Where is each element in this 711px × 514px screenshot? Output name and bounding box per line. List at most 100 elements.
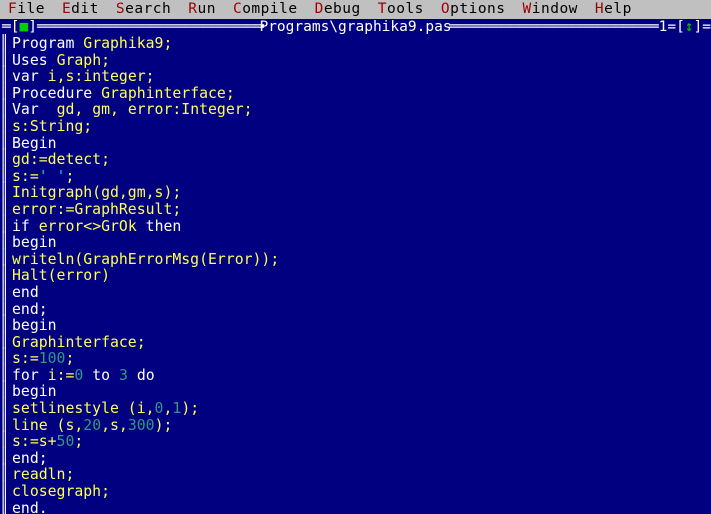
code-line[interactable]: Procedure Graphinterface; [12, 84, 711, 103]
code-token-id: gd:=detect; [12, 151, 110, 169]
code-token-key: for [12, 366, 39, 384]
code-token-key: end [12, 283, 39, 301]
code-token-id: s:= [12, 167, 39, 185]
code-token-id: s:String; [12, 117, 93, 135]
code-line[interactable]: Initgraph(gd,gm,s); [12, 185, 711, 202]
code-line[interactable]: end; [12, 449, 711, 468]
menu-hotkey: H [594, 1, 605, 17]
code-line[interactable]: s:=' '; [12, 167, 711, 186]
code-token-key: to [92, 366, 111, 384]
code-token-id: error:=GraphResult; [12, 200, 182, 218]
code-token-key: then [145, 217, 182, 235]
code-token-key: Uses [12, 51, 48, 69]
code-line[interactable]: error:=GraphResult; [12, 200, 711, 219]
code-token-id: gd, gm, error:Integer; [56, 101, 253, 119]
menu-item-window[interactable]: Window [523, 0, 578, 19]
resize-box-button[interactable]: [↕] [676, 19, 702, 35]
code-editor[interactable]: Program Graphika9; Uses Graph; var i,s:int… [12, 36, 711, 514]
code-token-id: Graph; [56, 51, 111, 69]
code-line[interactable]: var i,s:integer; [12, 68, 711, 86]
code-token-id: s:= [12, 350, 39, 368]
code-line[interactable]: s:=s+50; [12, 433, 711, 451]
code-token-id: ); [181, 400, 200, 418]
code-token-id: Graphinterface; [101, 84, 235, 102]
code-line[interactable]: for i:=0 to 3 do [12, 366, 711, 385]
menu-hotkey: F [8, 1, 18, 17]
menu-hotkey: D [314, 1, 324, 17]
menu-hotkey: S [115, 1, 126, 17]
menu-item-tools[interactable]: Tools [378, 0, 424, 19]
code-token-id: Halt(error) [12, 267, 110, 285]
menu-hotkey: E [61, 1, 72, 17]
code-token-num: 0 [74, 366, 84, 384]
code-line[interactable]: begin [12, 384, 711, 401]
menu-item-search[interactable]: Search [116, 0, 171, 19]
code-token-key: end. [12, 499, 48, 514]
code-token-id: Initgraph(gd,gm,s); [12, 184, 182, 202]
menu-label: indow [531, 1, 578, 17]
code-line[interactable]: if error<>GrOk then [12, 217, 711, 236]
code-token-key: begin [12, 383, 57, 401]
code-line[interactable]: end [12, 283, 711, 302]
menu-bar: File Edit Search Run Compile Debug Tools Option… [0, 0, 711, 19]
code-token-id: error<>GrOk [38, 217, 137, 235]
code-line[interactable]: begin [12, 317, 711, 335]
menu-item-options[interactable]: Options [441, 0, 506, 19]
menu-item-edit[interactable]: Edit [62, 0, 99, 19]
code-token-num: 1 [172, 400, 182, 418]
code-token-id: ; [65, 167, 75, 185]
menu-hotkey: R [188, 1, 198, 17]
code-token-id: s:=s+ [12, 433, 57, 451]
code-line[interactable]: readln; [12, 467, 711, 484]
code-line[interactable]: s:String; [12, 117, 711, 136]
code-token-id: writeln(GraphErrorMsg(Error)); [12, 250, 280, 268]
code-line[interactable]: closegraph; [12, 483, 711, 501]
code-token-key: Program [12, 36, 75, 52]
code-token-key: begin [12, 234, 57, 252]
menu-label: elp [604, 1, 632, 17]
code-line[interactable]: Program Graphika9; [12, 36, 711, 53]
menu-item-help[interactable]: Help [595, 0, 632, 19]
code-token-id: closegraph; [12, 483, 110, 501]
code-line[interactable]: s:=100; [12, 350, 711, 368]
code-line[interactable]: end; [12, 301, 711, 319]
menu-label: ptions [450, 1, 506, 17]
code-line[interactable]: Uses Graph; [12, 51, 711, 70]
code-line[interactable]: Var gd, gm, error:Integer; [12, 102, 711, 119]
code-token-num: 300 [127, 416, 155, 434]
code-line[interactable]: begin [12, 234, 711, 252]
editor-window: ═[■]══════════════════════════ Programs\… [0, 19, 711, 514]
code-line[interactable]: line (s,20,s,300); [12, 416, 711, 435]
menu-hotkey: O [440, 1, 451, 17]
code-line[interactable]: end. [12, 499, 711, 514]
resize-box-bracket-left: [ [676, 19, 685, 35]
menu-item-file[interactable]: File [8, 0, 45, 19]
code-token-num: 20 [83, 416, 102, 434]
code-token-key: if [12, 217, 30, 235]
code-token-id: i:= [47, 366, 75, 384]
code-token-key: end; [12, 449, 48, 467]
code-line[interactable]: Halt(error) [12, 268, 711, 285]
code-line[interactable]: setlinestyle (i,0,1); [12, 400, 711, 418]
menu-label: ile [17, 1, 45, 17]
code-line[interactable]: Graphinterface; [12, 333, 711, 352]
menu-label: un [197, 1, 216, 17]
menu-item-debug[interactable]: Debug [315, 0, 361, 19]
menu-item-run[interactable]: Run [188, 0, 216, 19]
code-line[interactable]: Begin [12, 135, 711, 153]
code-token-id: ); [154, 416, 173, 434]
menu-item-compile[interactable]: Compile [233, 0, 298, 19]
frame-equals-tail: = [702, 19, 711, 35]
code-token-id: Graphinterface; [12, 333, 146, 351]
code-token-id: setlinestyle (i, [12, 400, 155, 418]
code-line[interactable]: gd:=detect; [12, 151, 711, 169]
code-line[interactable]: writeln(GraphErrorMsg(Error)); [12, 250, 711, 269]
code-token-id: Graphika9; [83, 36, 173, 52]
